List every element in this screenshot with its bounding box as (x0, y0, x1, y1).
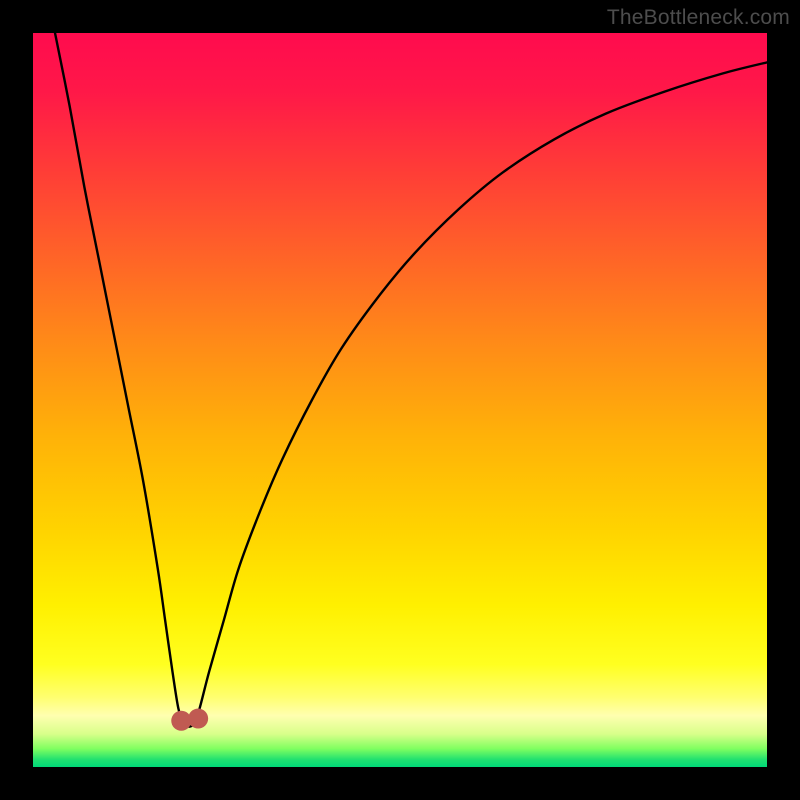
curve-layer (33, 33, 767, 767)
chart-frame: TheBottleneck.com (0, 0, 800, 800)
min-marker (188, 709, 208, 729)
plot-area (33, 33, 767, 767)
watermark-text: TheBottleneck.com (607, 6, 790, 30)
min-marker (171, 711, 191, 731)
bottleneck-curve (55, 33, 767, 727)
